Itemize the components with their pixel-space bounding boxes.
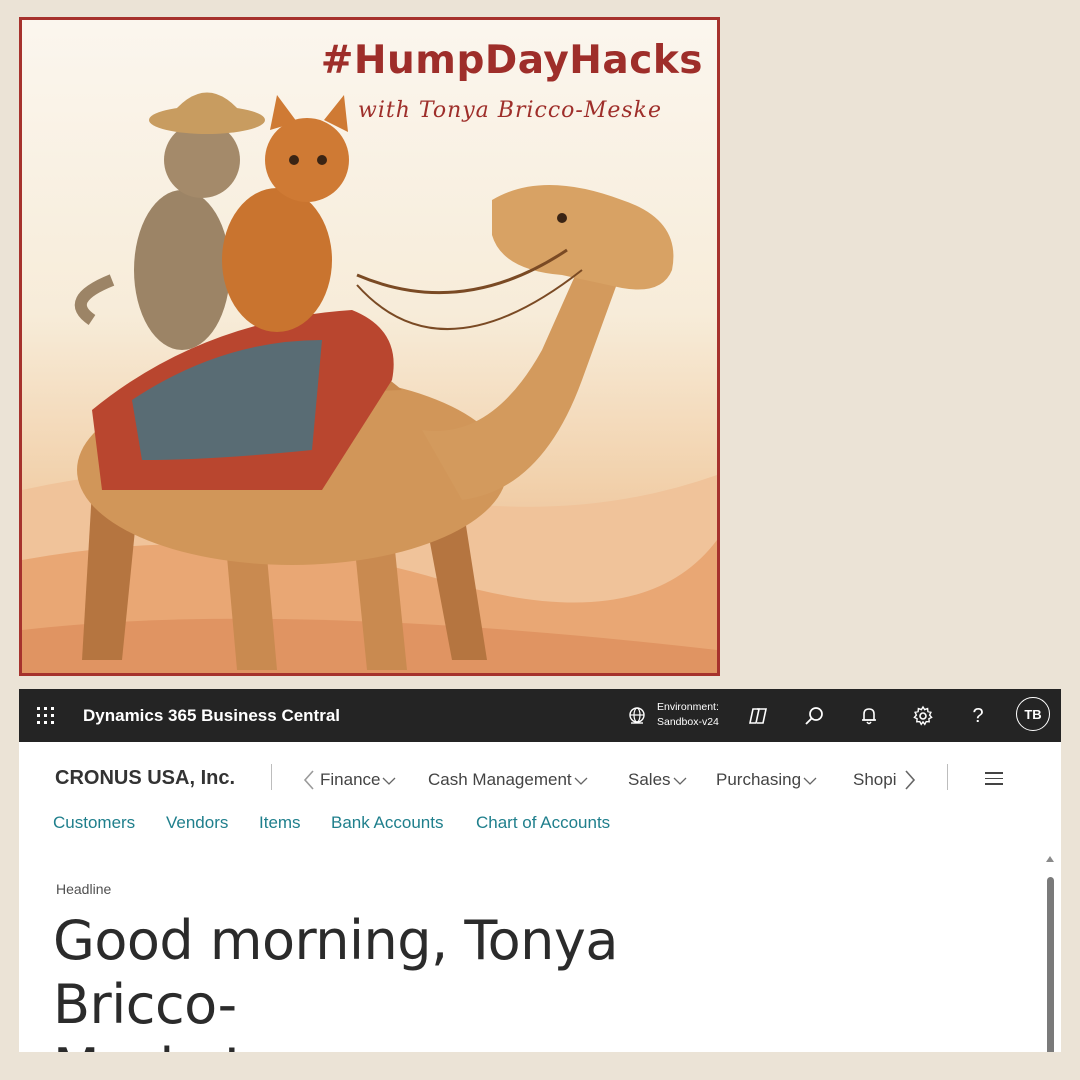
promo-subtitle: with Tonya Bricco-Meske — [357, 98, 662, 123]
waffle-icon[interactable] — [37, 707, 55, 725]
chevron-down-icon — [574, 777, 588, 785]
promo-title: #HumpDayHacks — [320, 38, 703, 83]
environment-label: Environment: — [657, 701, 719, 713]
scroll-up-icon[interactable] — [1046, 856, 1054, 862]
scrollbar-thumb[interactable] — [1047, 877, 1054, 1052]
hamburger-menu-icon[interactable] — [985, 772, 1003, 789]
menu-purchasing[interactable]: Purchasing — [716, 770, 817, 790]
app-name[interactable]: Dynamics 365 Business Central — [83, 706, 340, 726]
chevron-down-icon — [673, 777, 686, 785]
orange-cat-body — [222, 188, 332, 332]
menu-shopify[interactable]: Shopi — [853, 770, 896, 790]
link-bank-accounts[interactable]: Bank Accounts — [331, 813, 443, 833]
link-items[interactable]: Items — [259, 813, 301, 833]
camel-eye — [557, 213, 567, 223]
top-bar: Dynamics 365 Business Central Environmen… — [19, 689, 1061, 742]
vertical-scrollbar[interactable] — [1045, 856, 1055, 1052]
link-chart-of-accounts[interactable]: Chart of Accounts — [476, 813, 610, 833]
company-name[interactable]: CRONUS USA, Inc. — [55, 767, 235, 790]
chevron-down-icon — [803, 777, 817, 785]
headline-label: Headline — [56, 881, 112, 897]
copilot-icon[interactable] — [744, 702, 772, 730]
gear-icon[interactable] — [909, 702, 937, 730]
headline-greeting: Good morning, Tonya Bricco- Meske! — [53, 909, 618, 1052]
search-icon[interactable] — [800, 702, 828, 730]
globe-icon — [629, 707, 645, 724]
help-icon[interactable]: ? — [964, 702, 992, 730]
menu-finance[interactable]: Finance — [320, 770, 396, 790]
environment-value: Sandbox-v24 — [657, 716, 719, 728]
menu-sales[interactable]: Sales — [628, 770, 687, 790]
camel-neck — [422, 260, 622, 500]
business-central-window: Dynamics 365 Business Central Environmen… — [19, 689, 1061, 1052]
chevron-down-icon — [383, 777, 396, 785]
divider — [947, 764, 948, 790]
tabby-cat-tail — [74, 274, 115, 325]
tabby-cat-body — [134, 190, 230, 350]
bell-icon[interactable] — [855, 702, 883, 730]
divider — [271, 764, 272, 790]
camel-head — [492, 185, 674, 290]
chevron-left-icon[interactable] — [302, 769, 316, 791]
chevron-right-icon[interactable] — [903, 769, 917, 791]
orange-cat-head — [265, 118, 349, 202]
promo-image: #HumpDayHacks with Tonya Bricco-Meske — [19, 17, 720, 676]
link-vendors[interactable]: Vendors — [166, 813, 228, 833]
avatar[interactable]: TB — [1016, 697, 1050, 731]
link-customers[interactable]: Customers — [53, 813, 135, 833]
menu-cash-management[interactable]: Cash Management — [428, 770, 588, 790]
